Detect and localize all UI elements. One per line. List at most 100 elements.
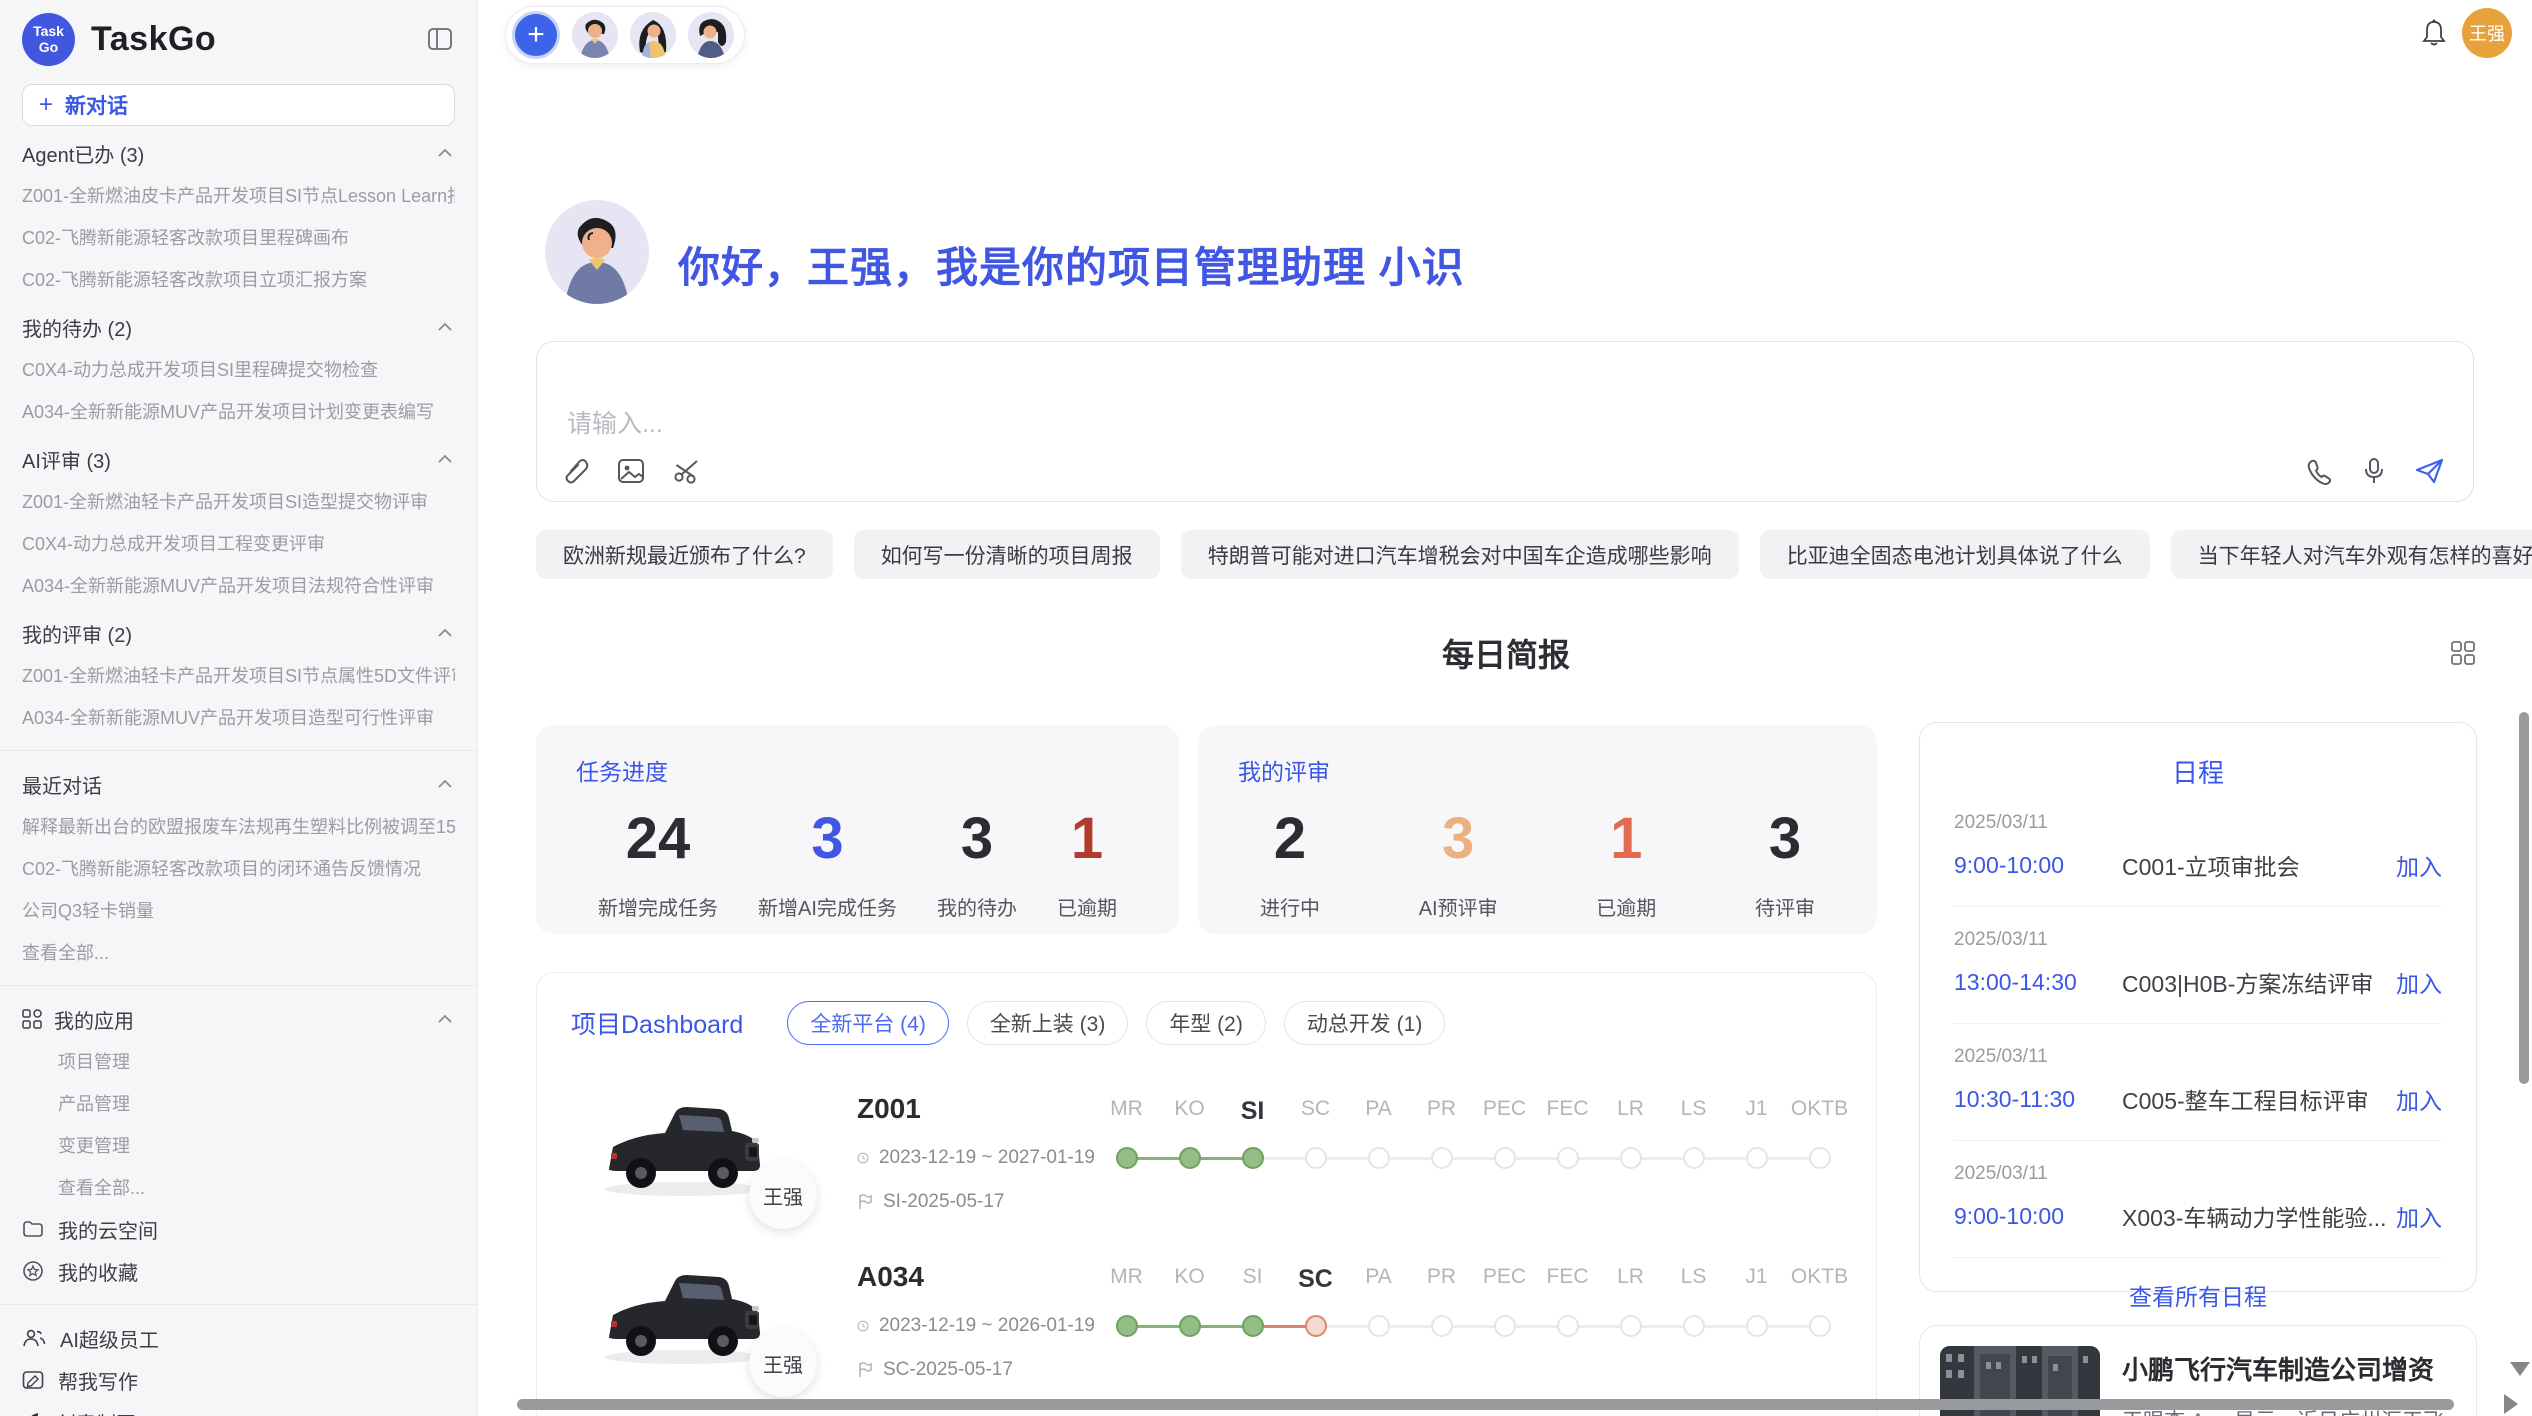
milestone-dot — [1242, 1315, 1264, 1337]
attachment-icon[interactable] — [563, 457, 589, 485]
sidebar-link[interactable]: 我的收藏 — [22, 1250, 455, 1292]
recent-chat-item[interactable]: 解释最新出台的欧盟报废车法规再生塑料比例被调至15%... — [22, 805, 455, 847]
sidebar-item[interactable]: A034-全新新能源MUV产品开发项目计划变更表编写 — [22, 390, 455, 432]
app-item[interactable]: 变更管理 — [22, 1124, 455, 1166]
recent-chats-header[interactable]: 最近对话 — [22, 763, 455, 805]
sidebar-item[interactable]: A034-全新新能源MUV产品开发项目造型可行性评审 — [22, 696, 455, 738]
my-apps-header[interactable]: 我的应用 — [22, 998, 455, 1040]
sidebar-item[interactable]: C0X4-动力总成开发项目SI里程碑提交物检查 — [22, 348, 455, 390]
image-upload-icon[interactable] — [617, 458, 645, 484]
layout-grid-icon[interactable] — [2450, 640, 2476, 666]
chevron-up-icon[interactable] — [435, 774, 455, 794]
horizontal-scrollbar[interactable] — [517, 1399, 2454, 1410]
sidebar-item[interactable]: A034-全新新能源MUV产品开发项目法规符合性评审 — [22, 564, 455, 606]
stat-cell: 1已逾期 — [1596, 805, 1656, 921]
milestone-dot — [1179, 1315, 1201, 1337]
stat-value: 24 — [598, 805, 718, 872]
project-dates: 2023-12-19 ~ 2027-01-19 — [857, 1147, 1095, 1169]
write-icon — [22, 1370, 44, 1390]
dashboard-filter-chip[interactable]: 全新平台 (4) — [787, 1001, 949, 1045]
suggestion-chip[interactable]: 特朗普可能对进口汽车增税会对中国车企造成哪些影响 — [1181, 530, 1739, 579]
chevron-up-icon[interactable] — [435, 143, 455, 163]
join-meeting-link[interactable]: 加入 — [2396, 965, 2442, 999]
join-meeting-link[interactable]: 加入 — [2396, 1199, 2442, 1233]
screenshot-scissors-icon[interactable] — [673, 458, 701, 484]
view-all-schedule-link[interactable]: 查看所有日程 — [1954, 1257, 2442, 1332]
suggestion-chip[interactable]: 欧洲新规最近颁布了什么? — [536, 530, 833, 579]
sidebar-item[interactable]: Z001-全新燃油轻卡产品开发项目SI造型提交物评审 — [22, 480, 455, 522]
chevron-up-icon[interactable] — [435, 317, 455, 337]
sidebar-section-header[interactable]: 我的评审 (2) — [22, 612, 455, 654]
suggestion-chip[interactable]: 比亚迪全固态电池计划具体说了什么 — [1760, 530, 2150, 579]
suggestion-chips: 欧洲新规最近颁布了什么? 如何写一份清晰的项目周报特朗普可能对进口汽车增税会对中国… — [536, 530, 2532, 579]
clock-icon — [857, 1317, 869, 1335]
daily-briefing-header: 每日简报 — [536, 632, 2476, 678]
milestone-label: KO — [1158, 1265, 1221, 1294]
apps-grid-icon — [22, 1009, 42, 1029]
add-agent-button[interactable]: + — [512, 11, 560, 59]
sidebar-item[interactable]: Z001-全新燃油皮卡产品开发项目SI节点Lesson Learn报告 — [22, 174, 455, 216]
recent-chat-item[interactable]: 公司Q3轻卡销量 — [22, 889, 455, 931]
scroll-down-arrow[interactable] — [2510, 1362, 2530, 1376]
milestone-label: MR — [1095, 1265, 1158, 1294]
sidebar-item[interactable]: C02-飞腾新能源轻客改款项目立项汇报方案 — [22, 258, 455, 300]
dashboard-filter-chip[interactable]: 年型 (2) — [1146, 1001, 1266, 1045]
milestone-label: PR — [1410, 1097, 1473, 1126]
microphone-icon[interactable] — [2363, 457, 2385, 485]
app-item[interactable]: 查看全部... — [22, 1166, 455, 1208]
stat-label: 新增AI完成任务 — [758, 892, 897, 921]
new-chat-button[interactable]: + 新对话 — [22, 84, 455, 126]
stat-cell: 3新增AI完成任务 — [758, 805, 897, 921]
app-item[interactable]: 产品管理 — [22, 1082, 455, 1124]
people-icon — [22, 1328, 46, 1348]
suggestion-chip[interactable]: 如何写一份清晰的项目周报 — [854, 530, 1160, 579]
recent-chat-item[interactable]: C02-飞腾新能源轻客改款项目的闭环通告反馈情况 — [22, 847, 455, 889]
sidebar-section-header[interactable]: 我的待办 (2) — [22, 306, 455, 348]
scroll-right-arrow[interactable] — [2504, 1394, 2518, 1414]
sidebar-item[interactable]: Z001-全新燃油轻卡产品开发项目SI节点属性5D文件评审 — [22, 654, 455, 696]
agent-avatar-2[interactable] — [630, 12, 676, 58]
sidebar-tool[interactable]: 帮我写作 — [22, 1359, 455, 1401]
sidebar-item[interactable]: C02-飞腾新能源轻客改款项目里程碑画布 — [22, 216, 455, 258]
link-label: 我的收藏 — [58, 1257, 138, 1286]
dashboard-filter-chip[interactable]: 全新上装 (3) — [967, 1001, 1129, 1045]
suggestion-chip[interactable]: 当下年轻人对汽车外观有怎样的喜好趋势 — [2171, 530, 2532, 579]
milestone-dot — [1368, 1147, 1390, 1169]
voice-call-icon[interactable] — [2306, 458, 2333, 485]
section-title: Agent已办 (3) — [22, 139, 144, 168]
recent-chat-item[interactable]: 查看全部... — [22, 931, 455, 973]
news-title: 小鹏飞行汽车制造公司增资 — [2122, 1350, 2456, 1387]
chat-input-card[interactable]: 请输入... — [536, 341, 2474, 502]
sidebar-link[interactable]: 我的云空间 — [22, 1208, 455, 1250]
collapse-sidebar-icon[interactable] — [427, 26, 453, 52]
link-label: 帮我写作 — [58, 1366, 138, 1395]
sidebar-section-header[interactable]: Agent已办 (3) — [22, 132, 455, 174]
chevron-up-icon[interactable] — [435, 623, 455, 643]
project-dates: 2023-12-19 ~ 2026-01-19 — [857, 1315, 1095, 1337]
agent-avatar-1[interactable] — [572, 12, 618, 58]
app-item[interactable]: 项目管理 — [22, 1040, 455, 1082]
greeting-title: 你好，王强，我是你的项目管理助理 小识 — [678, 234, 1465, 295]
event-time: 9:00-10:00 — [1954, 1203, 2122, 1230]
truck-image — [595, 1259, 771, 1369]
milestone-label: LR — [1599, 1265, 1662, 1294]
notifications-bell-icon[interactable] — [2420, 18, 2448, 48]
sidebar-tool[interactable]: 创意制图 — [22, 1401, 455, 1416]
sidebar-item[interactable]: C0X4-动力总成开发项目工程变更评审 — [22, 522, 455, 564]
chevron-up-icon[interactable] — [435, 1009, 455, 1029]
stat-cell: 3待评审 — [1755, 805, 1815, 921]
user-avatar[interactable]: 王强 — [2462, 8, 2512, 58]
send-icon[interactable] — [2415, 457, 2445, 485]
schedule-event: 2025/03/119:00-10:00X003-车辆动力学性能验...加入 — [1954, 1141, 2442, 1257]
sidebar-tool[interactable]: AI超级员工 — [22, 1317, 455, 1359]
stat-label: 新增完成任务 — [598, 892, 718, 921]
chevron-up-icon[interactable] — [435, 449, 455, 469]
milestone-dot — [1431, 1315, 1453, 1337]
join-meeting-link[interactable]: 加入 — [2396, 848, 2442, 882]
join-meeting-link[interactable]: 加入 — [2396, 1082, 2442, 1116]
sidebar-section-header[interactable]: AI评审 (3) — [22, 438, 455, 480]
dashboard-filter-chip[interactable]: 动总开发 (1) — [1284, 1001, 1446, 1045]
agent-avatar-3[interactable] — [688, 12, 734, 58]
vertical-scrollbar[interactable] — [2519, 712, 2529, 1084]
stat-label: 进行中 — [1260, 892, 1320, 921]
